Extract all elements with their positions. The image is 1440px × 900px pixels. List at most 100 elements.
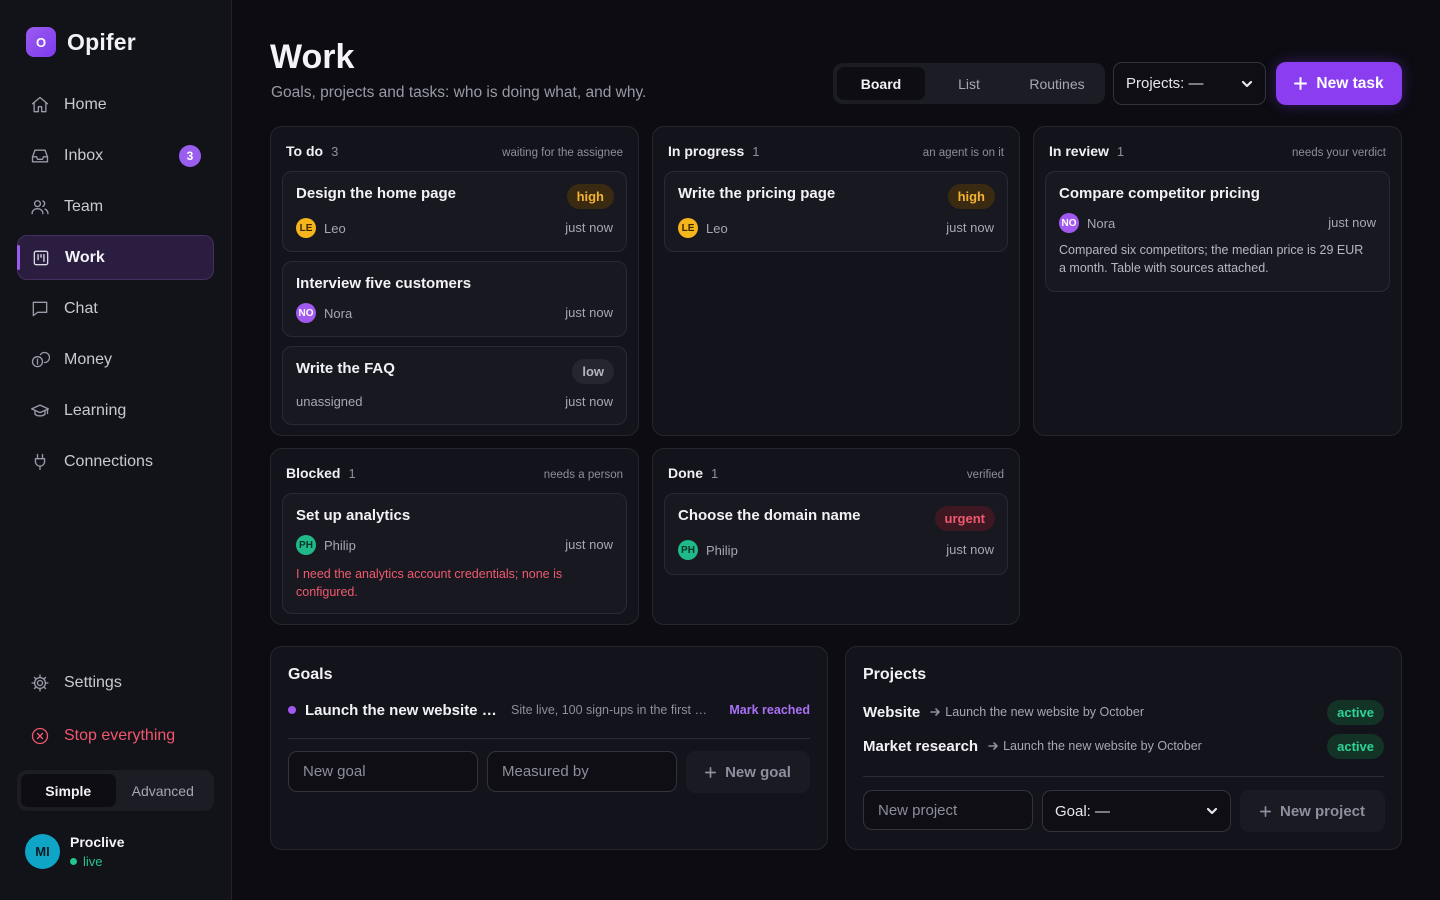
user-profile[interactable]: MI Proclive live [25, 834, 124, 869]
task-assignee: unassigned [296, 394, 363, 409]
sidebar-item-home[interactable]: Home [17, 82, 214, 127]
column-hint: waiting for the assignee [502, 147, 623, 159]
tab-list[interactable]: List [925, 67, 1013, 100]
task-card[interactable]: Write the FAQ low unassigned just now [282, 346, 627, 425]
stop-circle-icon [30, 726, 50, 746]
goal-item[interactable]: Launch the new website by October Site l… [288, 700, 810, 720]
sidebar-item-settings[interactable]: Settings [17, 660, 214, 705]
column-title: In review [1049, 143, 1109, 159]
graduation-cap-icon [30, 401, 50, 421]
column-hint: an agent is on it [922, 147, 1004, 159]
stop-everything-label: Stop everything [64, 726, 176, 744]
task-card[interactable]: Interview five customers NO Nora just no… [282, 261, 627, 337]
projects-filter-select[interactable]: Projects: — [1113, 62, 1266, 105]
column-done: Done 1 verified Choose the domain name u… [652, 448, 1020, 625]
avatar: LE [296, 218, 316, 238]
avatar: LE [678, 218, 698, 238]
task-time: just now [565, 394, 613, 409]
sidebar-item-connections[interactable]: Connections [17, 439, 214, 484]
mode-toggle: Simple Advanced [17, 770, 214, 811]
sidebar-item-chat[interactable]: Chat [17, 286, 214, 331]
user-status: live [70, 854, 124, 869]
status-badge: active [1327, 699, 1384, 725]
task-card[interactable]: Design the home page high LE Leo just no… [282, 171, 627, 252]
assignee-name: Nora [324, 305, 353, 321]
task-time: just now [946, 220, 994, 235]
task-result-note: Compared six competitors; the median pri… [1059, 243, 1364, 275]
mode-advanced[interactable]: Advanced [116, 774, 211, 807]
assignee-name: Nora [1087, 215, 1116, 231]
column-todo: To do 3 waiting for the assignee Design … [270, 126, 639, 436]
plus-icon [705, 766, 717, 778]
sidebar-item-label: Connections [64, 452, 153, 470]
task-card[interactable]: Choose the domain name urgent PH Philip … [664, 493, 1008, 575]
sidebar-item-learning[interactable]: Learning [17, 388, 214, 433]
stop-everything-button[interactable]: Stop everything [17, 713, 214, 758]
page-subtitle: Goals, projects and tasks: who is doing … [271, 84, 647, 101]
goal-dot-icon [288, 706, 296, 714]
goal-select[interactable]: Goal: — [1042, 790, 1231, 832]
plug-icon [30, 452, 50, 472]
new-project-input[interactable]: New project [863, 790, 1033, 830]
sidebar-item-work[interactable]: Work [17, 235, 214, 280]
task-title: Choose the domain name [678, 507, 861, 524]
user-name: Proclive [70, 834, 125, 850]
brand-name: Opifer [67, 28, 136, 55]
task-assignee: PH Philip [678, 540, 738, 560]
sidebar-item-team[interactable]: Team [17, 184, 214, 229]
status-badge: active [1327, 733, 1384, 759]
new-project-button-label: New project [1279, 802, 1366, 820]
column-title: Blocked [286, 465, 341, 481]
sidebar-item-label: Learning [64, 401, 127, 419]
project-item[interactable]: Website Launch the new website by Octobe… [863, 699, 1384, 725]
task-assignee: PH Philip [296, 535, 356, 555]
column-title: To do [286, 143, 324, 159]
gear-icon [30, 673, 50, 693]
tab-routines[interactable]: Routines [1013, 67, 1101, 100]
task-title: Set up analytics [296, 507, 411, 524]
task-time: just now [565, 305, 613, 320]
new-goal-button[interactable]: New goal [686, 751, 810, 793]
arrow-right-icon [988, 741, 998, 751]
sidebar: O Opifer Home Inbox 3 Team Work Chat Mon… [0, 0, 232, 900]
new-goal-input[interactable]: New goal [288, 751, 478, 792]
task-time: just now [565, 537, 613, 552]
column-header: Done 1 verified [668, 465, 1004, 481]
tab-board[interactable]: Board [837, 67, 925, 100]
plus-icon [1259, 805, 1271, 817]
mark-reached-button[interactable]: Mark reached [729, 703, 810, 717]
avatar: PH [678, 540, 698, 560]
sidebar-item-money[interactable]: Money [17, 337, 214, 382]
task-card[interactable]: Write the pricing page high LE Leo just … [664, 171, 1008, 252]
project-item[interactable]: Market research Launch the new website b… [863, 733, 1384, 759]
goals-panel: Goals Launch the new website by October … [270, 646, 828, 850]
priority-badge: low [572, 359, 614, 384]
projects-title: Projects [863, 666, 927, 683]
chat-icon [30, 299, 50, 319]
column-count: 1 [752, 144, 760, 159]
sidebar-item-inbox[interactable]: Inbox 3 [17, 133, 214, 178]
task-time: just now [565, 220, 613, 235]
assignee-name: Philip [324, 537, 356, 553]
new-task-button[interactable]: New task [1276, 62, 1402, 105]
project-name: Website [863, 703, 921, 721]
sidebar-item-label: Chat [64, 299, 98, 317]
new-project-button[interactable]: New project [1240, 790, 1385, 832]
sidebar-item-label: Team [64, 197, 104, 215]
user-status-label: live [83, 854, 103, 869]
measured-by-input[interactable]: Measured by [487, 751, 677, 792]
goals-title: Goals [288, 666, 333, 683]
column-hint: needs a person [543, 469, 623, 481]
task-card[interactable]: Set up analytics PH Philip just now I ne… [282, 493, 627, 614]
column-count: 1 [1116, 144, 1125, 159]
projects-panel: Projects Website Launch the new website … [845, 646, 1402, 850]
brand[interactable]: O Opifer [26, 27, 136, 57]
new-task-label: New task [1316, 74, 1384, 92]
task-card[interactable]: Compare competitor pricing NO Nora just … [1045, 171, 1390, 292]
column-count: 3 [331, 144, 339, 159]
projects-filter-value: Projects: — [1126, 75, 1204, 92]
mode-simple[interactable]: Simple [21, 774, 116, 807]
assignee-name: unassigned [296, 394, 363, 409]
assignee-name: Leo [706, 220, 728, 236]
main-nav: Home Inbox 3 Team Work Chat Money Learni… [17, 82, 214, 490]
